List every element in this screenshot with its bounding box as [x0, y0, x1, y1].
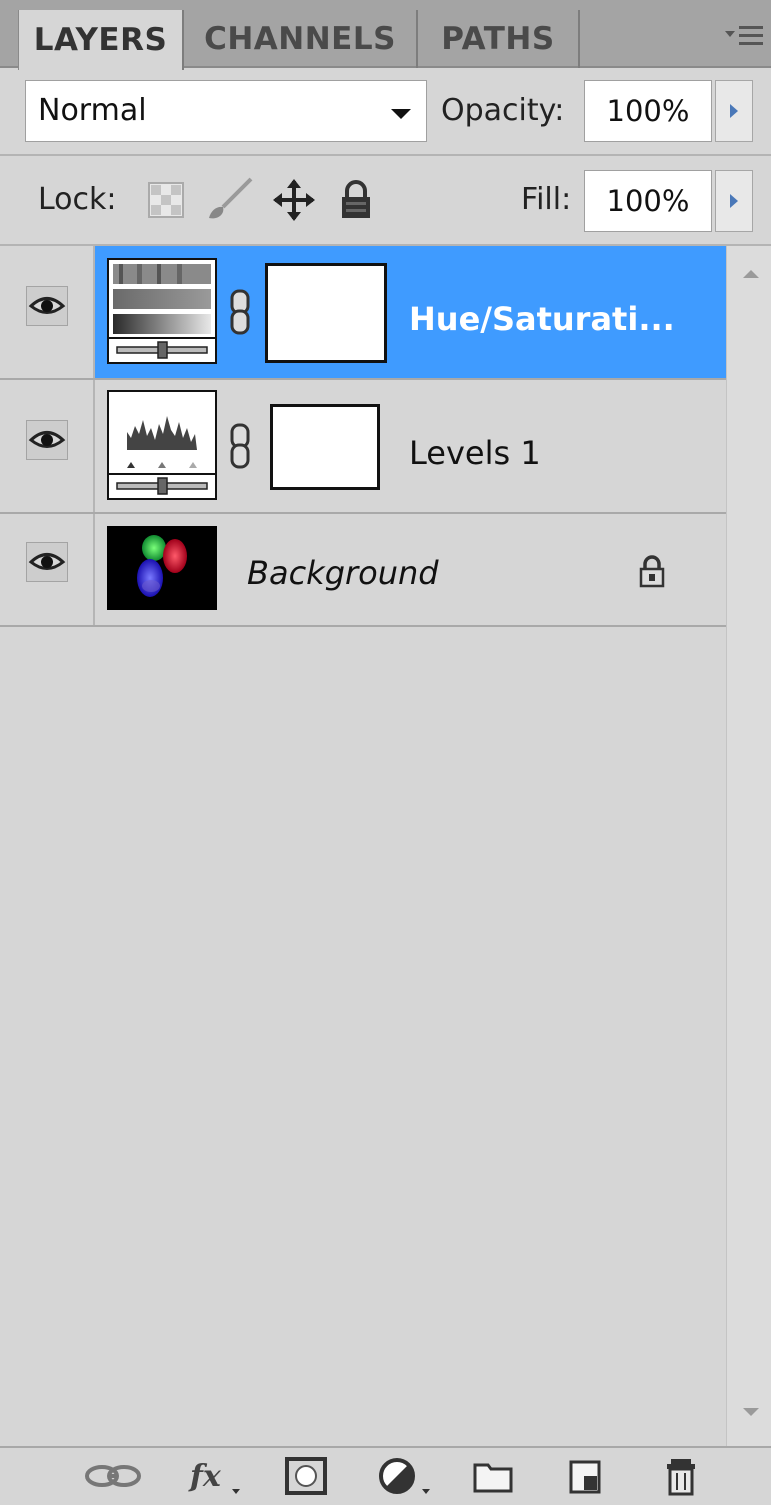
eye-icon — [28, 297, 66, 314]
new-layer-icon[interactable] — [566, 1456, 604, 1496]
fill-slider-toggle[interactable] — [715, 170, 753, 232]
visibility-toggle[interactable] — [0, 380, 95, 512]
chevron-down-icon — [391, 109, 411, 119]
visibility-box — [26, 420, 68, 460]
add-mask-icon[interactable] — [284, 1456, 328, 1496]
tab-channels[interactable]: CHANNELS — [184, 10, 418, 68]
lock-icon — [639, 555, 665, 588]
eye-icon — [28, 431, 66, 448]
eye-icon — [28, 553, 66, 570]
layer-name[interactable]: Levels 1 — [409, 434, 541, 472]
delete-layer-trash-icon[interactable] — [664, 1456, 698, 1496]
chain-link-icon[interactable] — [229, 423, 251, 469]
new-group-folder-icon[interactable] — [472, 1456, 514, 1496]
visibility-toggle[interactable] — [0, 246, 95, 378]
layer-row[interactable]: Hue/Saturati... — [0, 246, 726, 380]
lock-all-icon[interactable] — [338, 180, 374, 220]
layers-bottom-toolbar: fx — [0, 1446, 771, 1505]
layer-name[interactable]: Background — [247, 554, 439, 592]
blend-mode-value: Normal — [38, 93, 147, 128]
lock-transparent-pixels-icon[interactable] — [148, 182, 184, 218]
visibility-box — [26, 286, 68, 326]
lock-label: Lock: — [38, 182, 117, 217]
visibility-toggle[interactable] — [0, 514, 95, 625]
hue-saturation-adjustment-icon — [107, 258, 217, 364]
svg-text:fx: fx — [188, 1459, 222, 1494]
layer-name[interactable]: Hue/Saturati... — [409, 300, 675, 338]
layer-list: Hue/Saturati... Levels 1 Background — [0, 246, 726, 627]
layer-content: Hue/Saturati... — [95, 246, 726, 378]
adjustment-layer-icon[interactable] — [376, 1456, 438, 1496]
scroll-up-arrow-icon[interactable] — [743, 270, 759, 278]
layer-mask-thumbnail[interactable] — [265, 263, 387, 363]
opacity-label: Opacity: — [441, 93, 565, 128]
layer-mask-thumbnail[interactable] — [270, 404, 380, 490]
layer-row[interactable]: Levels 1 — [0, 380, 726, 514]
levels-adjustment-icon — [107, 390, 217, 500]
opacity-slider-toggle[interactable] — [715, 80, 753, 142]
tab-paths[interactable]: PATHS — [418, 10, 580, 68]
fill-input[interactable]: 100% — [584, 170, 712, 232]
chain-link-icon[interactable] — [229, 289, 251, 335]
scroll-down-arrow-icon[interactable] — [743, 1408, 759, 1416]
lock-position-icon[interactable] — [272, 178, 316, 222]
layer-list-scrollbar[interactable] — [726, 246, 771, 1446]
link-layers-icon[interactable] — [82, 1456, 144, 1496]
lock-image-pixels-icon[interactable] — [205, 176, 255, 222]
layers-panel: LAYERS CHANNELS PATHS Normal Opacity: 10… — [0, 0, 771, 1505]
tab-layers[interactable]: LAYERS — [18, 10, 184, 70]
fill-label: Fill: — [521, 182, 572, 217]
visibility-box — [26, 542, 68, 582]
layer-row[interactable]: Background — [0, 514, 726, 627]
layer-style-fx-icon[interactable]: fx — [186, 1456, 244, 1496]
layer-image-thumbnail — [107, 526, 217, 610]
panel-tab-bar: LAYERS CHANNELS PATHS — [0, 0, 771, 70]
layer-content: Background — [95, 514, 726, 625]
panel-menu-icon[interactable] — [723, 22, 765, 52]
blend-mode-dropdown[interactable]: Normal — [25, 80, 427, 142]
layer-content: Levels 1 — [95, 380, 726, 512]
opacity-input[interactable]: 100% — [584, 80, 712, 142]
